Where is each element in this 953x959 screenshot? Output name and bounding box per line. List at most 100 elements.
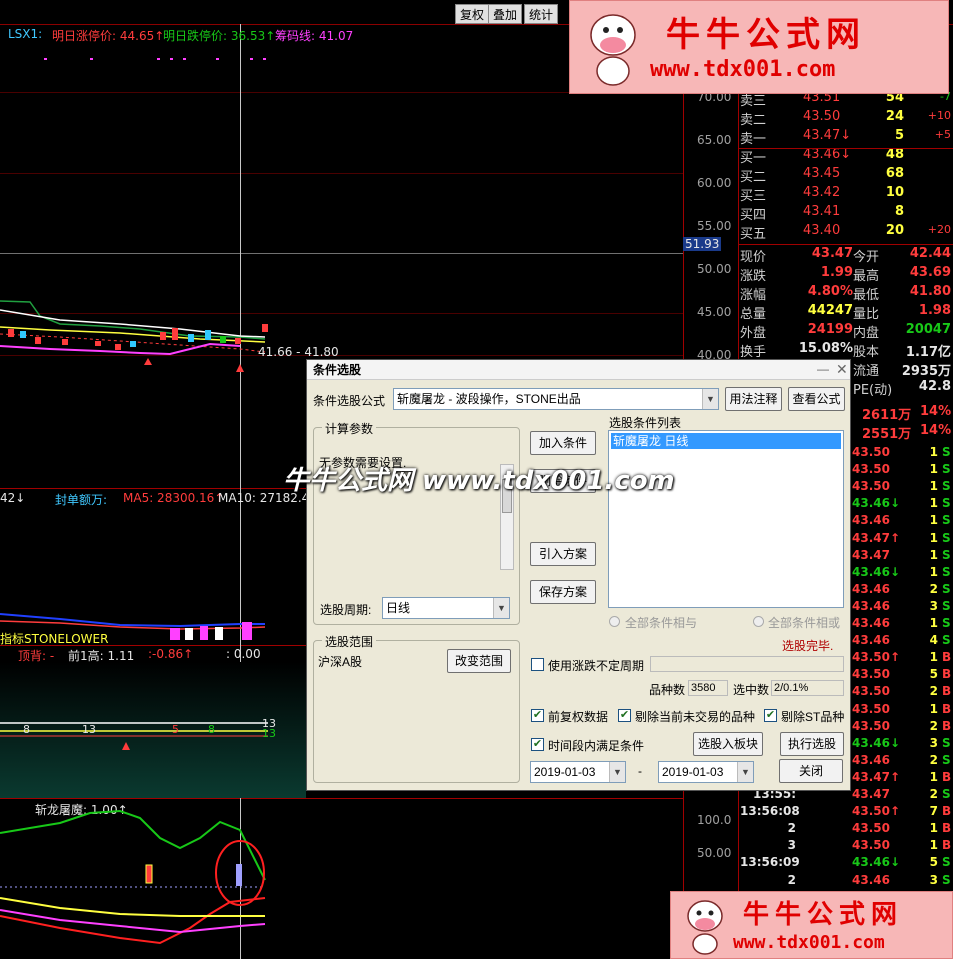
order-change: +10 xyxy=(927,109,951,122)
period-select[interactable]: 日线 ▼ xyxy=(382,597,510,619)
tick-row[interactable]: 2 43.50 1 B xyxy=(740,821,953,838)
exclude-label: 剔除当前未交易的品种 xyxy=(635,710,756,724)
tick-side: S xyxy=(942,581,951,596)
tick-volume: 1 xyxy=(929,530,938,545)
range-group: 选股范围 沪深A股 改变范围 xyxy=(313,633,520,783)
order-volume: 5 xyxy=(894,128,904,143)
tick-price: 43.47 xyxy=(852,787,890,801)
minimize-icon[interactable]: — xyxy=(817,362,829,376)
indicator-value: :-0.86↑ xyxy=(148,647,194,661)
radio-and[interactable] xyxy=(609,616,620,627)
order-volume: 10 xyxy=(885,185,904,200)
tick-price: 43.50↑ xyxy=(852,804,901,819)
flow-percent: 14% xyxy=(920,404,952,419)
tick-price: 43.50 xyxy=(852,479,890,494)
close-button[interactable]: 关闭 xyxy=(779,759,843,783)
radio-and-label: 全部条件相与 xyxy=(625,616,698,630)
tick-price: 43.46 xyxy=(852,872,890,887)
tick-volume: 1 xyxy=(929,838,938,853)
order-label: 卖一 xyxy=(740,132,767,147)
tick-volume: 2 xyxy=(929,718,938,733)
tick-side: S xyxy=(942,752,951,767)
close-icon[interactable]: ✕ xyxy=(836,361,848,378)
stat-label: PE(动) xyxy=(853,383,893,398)
order-book-row: 买一 43.46↓ 48 xyxy=(740,147,953,166)
indicator-num: 8 xyxy=(208,723,215,736)
stats-row: 换手 15.08% 股本 1.17亿 xyxy=(740,341,953,360)
tick-row[interactable]: 13:56:09 43.46↓ 5 S xyxy=(740,855,953,872)
formula-select[interactable]: 斩魔屠龙 - 波段操作，STONE出品 ▼ xyxy=(393,388,719,410)
tick-price: 43.46 xyxy=(852,513,890,528)
brand-title: 牛牛公式网 xyxy=(743,900,904,930)
chevron-down-icon[interactable]: ▼ xyxy=(702,389,718,409)
overlay-button[interactable]: 叠加 xyxy=(488,4,523,24)
order-price: 43.47↓ xyxy=(803,128,852,143)
tick-time: 2 xyxy=(787,872,796,887)
order-volume: 68 xyxy=(885,166,904,181)
stat-label: 外盘 xyxy=(740,326,767,341)
price-axis-label: 65.00 xyxy=(697,133,732,147)
st-checkbox[interactable]: ✔ xyxy=(764,709,777,722)
fuquan-button[interactable]: 复权 xyxy=(455,4,490,24)
add-condition-button[interactable]: 加入条件 xyxy=(530,431,596,455)
order-label: 卖二 xyxy=(740,113,767,128)
tick-price: 43.50 xyxy=(852,667,890,682)
change-range-button[interactable]: 改变范围 xyxy=(447,649,511,673)
tick-time: 3 xyxy=(787,838,796,853)
range-label: 41.66 - 41.80 xyxy=(258,345,339,359)
hit-value: 2/0.1% xyxy=(774,682,809,694)
condition-list[interactable]: 斩魔屠龙 日线 xyxy=(608,430,844,608)
tick-row[interactable]: 13:56:08 43.50↑ 7 B xyxy=(740,804,953,821)
chevron-down-icon[interactable]: ▼ xyxy=(493,598,509,618)
bottom-indicator-chart xyxy=(0,809,266,945)
order-book-row: 卖二 43.50 24 +10 xyxy=(740,109,953,128)
stat-value: 1.98 xyxy=(918,303,951,318)
dialog-title[interactable]: 条件选股 xyxy=(307,360,850,380)
stat-label: 内盘 xyxy=(853,326,880,341)
order-book-row: 卖一 43.47↓ 5 +5 xyxy=(740,128,953,147)
brand-banner-bottom: 牛牛公式网 www.tdx001.com xyxy=(670,891,953,959)
tick-side: B xyxy=(942,769,952,784)
price-axis-label: 60.00 xyxy=(697,176,732,190)
stats-row: 涨跌 1.99 最高 43.69 xyxy=(740,265,953,284)
tick-price: 43.46 xyxy=(852,633,890,648)
condition-select-dialog[interactable]: 条件选股 — ✕ 条件选股公式 斩魔屠龙 - 波段操作，STONE出品 ▼ 用法… xyxy=(306,359,851,791)
tick-price: 43.50 xyxy=(852,462,890,477)
view-formula-button[interactable]: 查看公式 xyxy=(788,387,845,411)
stat-value: 42.44 xyxy=(909,246,951,261)
tick-price: 43.50↑ xyxy=(852,650,901,665)
save-plan-button[interactable]: 保存方案 xyxy=(530,580,596,604)
date-dash: - xyxy=(638,764,642,778)
date-from-select[interactable]: 2019-01-03 ▼ xyxy=(530,761,626,783)
tick-volume: 3 xyxy=(929,598,938,613)
usage-button[interactable]: 用法注释 xyxy=(725,387,782,411)
tick-time: 2 xyxy=(787,821,796,836)
radio-or[interactable] xyxy=(753,616,764,627)
chevron-down-icon[interactable]: ▼ xyxy=(737,762,753,782)
import-plan-button[interactable]: 引入方案 xyxy=(530,542,596,566)
statistics-button[interactable]: 统计 xyxy=(524,4,559,24)
tick-side: B xyxy=(942,684,952,699)
tick-row[interactable]: 3 43.50 1 B xyxy=(740,838,953,855)
tick-row[interactable]: 2 43.46 3 S xyxy=(740,873,953,890)
indicator-zero: : 0.00 xyxy=(226,647,261,661)
count-field: 3580 xyxy=(688,680,728,696)
date-to-value: 2019-01-03 xyxy=(662,765,724,779)
tick-time: 13:56:09 xyxy=(740,855,800,870)
tick-volume: 1 xyxy=(929,462,938,477)
condition-list-item[interactable]: 斩魔屠龙 日线 xyxy=(611,433,841,449)
chevron-down-icon[interactable]: ▼ xyxy=(609,762,625,782)
params-group: 计算参数 无参数需要设置. 选股周期: 日线 ▼ xyxy=(313,420,520,625)
date-to-select[interactable]: 2019-01-03 ▼ xyxy=(658,761,754,783)
exclude-checkbox[interactable]: ✔ xyxy=(618,709,631,722)
tick-side: S xyxy=(942,735,951,750)
run-button[interactable]: 执行选股 xyxy=(780,732,844,756)
uncertain-period-checkbox[interactable] xyxy=(531,658,544,671)
to-block-button[interactable]: 选股入板块 xyxy=(693,732,763,756)
order-volume: 8 xyxy=(894,204,904,219)
uncertain-period-field[interactable] xyxy=(650,656,844,672)
tick-price: 43.47↑ xyxy=(852,769,901,784)
fq-checkbox[interactable]: ✔ xyxy=(531,709,544,722)
stat-label: 今开 xyxy=(853,250,880,265)
period-checkbox[interactable]: ✔ xyxy=(531,738,544,751)
